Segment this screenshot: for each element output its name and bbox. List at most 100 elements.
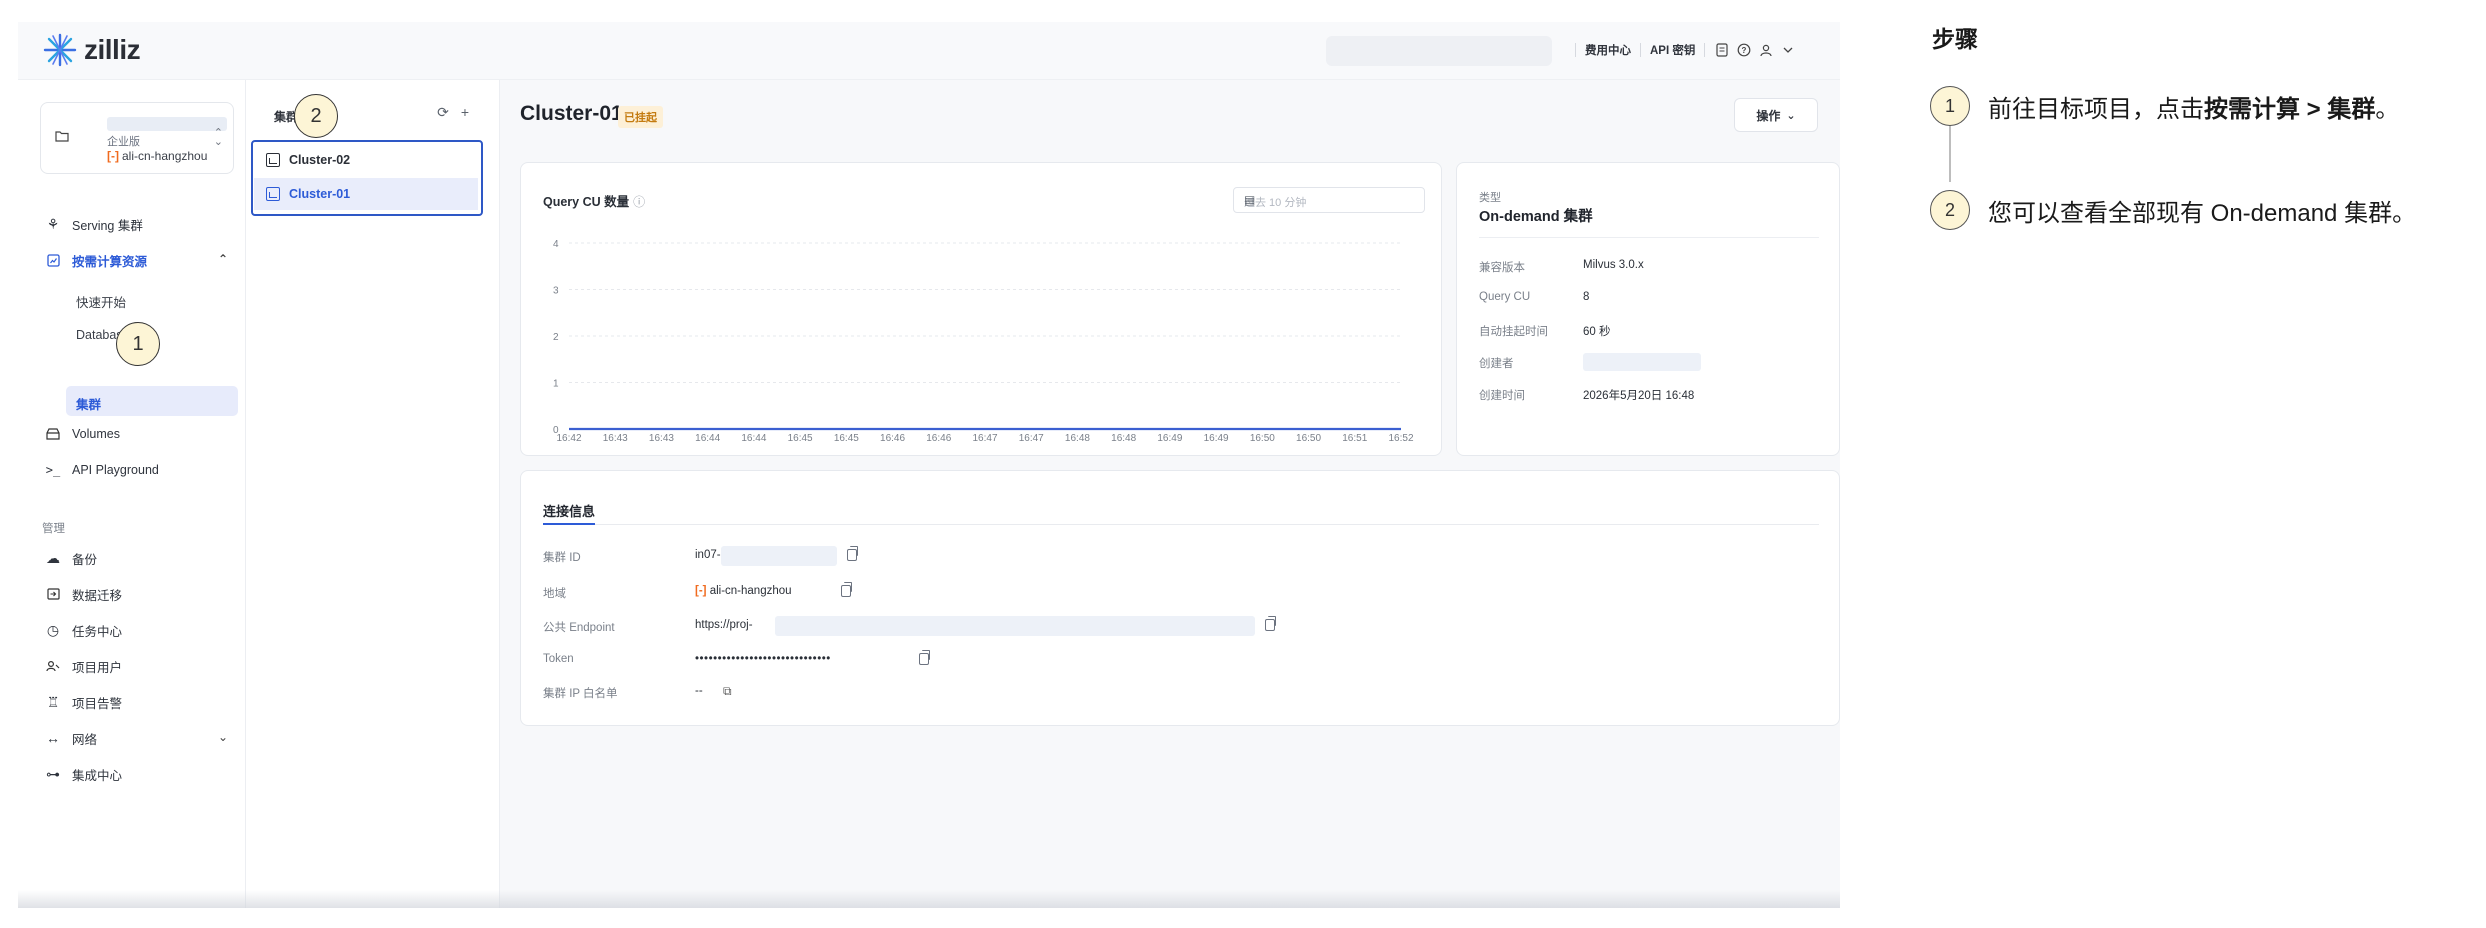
creator-masked — [1583, 353, 1701, 371]
history-icon: ◷ — [46, 621, 60, 638]
chevron-up-icon: ⌃ — [217, 252, 228, 266]
sidebar-item-tasks[interactable]: ◷ 任务中心 — [42, 616, 238, 644]
top-search-box[interactable] — [1326, 36, 1552, 66]
cluster-list-panel: 集群 ⟳+ Cluster-02 Cluster-01 — [246, 80, 500, 908]
sidebar-item-label: 项目告警 — [72, 696, 123, 711]
sidebar-item-project-users[interactable]: 项目用户 — [42, 652, 238, 680]
top-bar: zilliz 费用中心 API 密钥 ? — [18, 22, 1840, 80]
org-region: [-] ali-cn-hangzhou — [107, 149, 207, 163]
type-label: 类型 — [1479, 192, 1501, 204]
docs-icon[interactable] — [1714, 42, 1730, 58]
x-tick-label: 16:50 — [1250, 433, 1275, 444]
user-icon[interactable] — [1758, 42, 1774, 58]
chevron-down-icon: ⌄ — [1786, 109, 1796, 122]
x-tick-label: 16:43 — [603, 433, 628, 444]
sidebar-subitem-cluster[interactable]: 集群 — [76, 394, 101, 413]
x-tick-label: 16:42 — [556, 433, 581, 444]
conn-key: Token — [543, 653, 574, 665]
sidebar-item-network[interactable]: ↔ 网络 ⌄ — [42, 724, 238, 752]
sidebar-subitem-quickstart[interactable]: 快速开始 — [76, 292, 126, 311]
org-region-label: ali-cn-hangzhou — [122, 149, 208, 163]
copy-icon[interactable] — [919, 650, 930, 665]
sidebar-item-label: 备份 — [72, 552, 98, 567]
steps-guide: 步骤 1 前往目标项目，点击按需计算 > 集群。 2 您可以查看全部现有 On-… — [1924, 0, 2486, 928]
info-icon[interactable]: ⓘ — [633, 195, 645, 209]
highlight-box — [251, 140, 483, 216]
conn-row-cluster-id: 集群 ID in07- — [543, 546, 1803, 567]
chart-svg: 0123416:42 16:43 16:43 16:44 16:44 16:45 16:45… — [553, 239, 1414, 444]
type-value: On-demand 集群 — [1479, 209, 1593, 225]
x-tick-label: 16:45 — [788, 433, 813, 444]
sidebar-item-backup[interactable]: ☁ 备份 — [42, 544, 238, 572]
network-icon: ↔ — [46, 730, 60, 746]
x-tick-label: 16:45 — [834, 433, 859, 444]
conn-key: 集群 IP 白名单 — [543, 688, 618, 700]
divider — [543, 524, 1819, 525]
api-key-link[interactable]: API 密钥 — [1650, 42, 1695, 58]
conn-value: -- — [695, 685, 703, 697]
x-tick-label: 16:46 — [880, 433, 905, 444]
sidebar-item-label: API Playground — [72, 463, 159, 477]
top-links: 费用中心 API 密钥 ? — [1566, 42, 1802, 58]
sidebar-item-volumes[interactable]: Volumes — [42, 420, 238, 448]
sidebar-item-label: 项目用户 — [72, 660, 123, 675]
info-key: 兼容版本 — [1479, 262, 1525, 274]
x-tick-label: 16:47 — [972, 433, 997, 444]
logo-text: zilliz — [84, 34, 141, 65]
sidebar-item-label: 集成中心 — [72, 768, 123, 783]
copy-icon[interactable] — [1265, 616, 1276, 631]
tab-connection-info[interactable]: 连接信息 — [543, 501, 595, 520]
masked-value — [721, 546, 837, 566]
copy-icon[interactable] — [841, 582, 852, 597]
sidebar-item-label: Volumes — [72, 427, 120, 441]
info-value: Milvus 3.0.x — [1583, 259, 1644, 271]
chevron-down-icon[interactable] — [1780, 42, 1796, 58]
step-text: 前往目标项目，点击按需计算 > 集群。 — [1988, 89, 2399, 124]
actions-button[interactable]: 操作 ⌄ — [1734, 98, 1818, 132]
help-icon[interactable]: ? — [1736, 42, 1752, 58]
folder-icon — [55, 129, 69, 147]
conn-value: https://proj- — [695, 619, 753, 631]
info-value: 60 秒 — [1583, 326, 1611, 338]
sidebar-item-label: Serving 集群 — [72, 218, 143, 233]
x-tick-label: 16:43 — [649, 433, 674, 444]
y-tick-label: 4 — [553, 239, 559, 250]
billing-link[interactable]: 费用中心 — [1585, 42, 1631, 58]
conn-row-ip-whitelist: 集群 IP 白名单 -- ⧉ — [543, 683, 1803, 703]
conn-row-region: 地域 [-] ali-cn-hangzhou — [543, 582, 1803, 603]
time-range-select[interactable]: 过去 10 分钟 ▤ — [1233, 187, 1425, 213]
copy-icon[interactable] — [847, 546, 858, 561]
x-tick-label: 16:49 — [1157, 433, 1182, 444]
cluster-list-actions: ⟳+ — [437, 104, 481, 121]
svg-text:?: ? — [1742, 46, 1747, 55]
x-tick-label: 16:51 — [1342, 433, 1367, 444]
x-tick-label: 16:44 — [695, 433, 720, 444]
sidebar-item-label: 任务中心 — [72, 624, 123, 639]
sidebar-item-api-playground[interactable]: >_ API Playground — [42, 456, 238, 484]
up-down-icon: ⌃ ⌄ — [213, 127, 223, 148]
page-title: Cluster-01 — [520, 102, 623, 125]
masked-value — [775, 616, 1255, 636]
x-tick-label: 16:47 — [1019, 433, 1044, 444]
chart-title: Query CU 数量 ⓘ — [543, 191, 645, 210]
cloud-backup-icon: ☁ — [46, 549, 60, 566]
external-link-icon[interactable]: ⧉ — [723, 684, 732, 699]
sidebar-item-project-alerts[interactable]: ♖ 项目告警 — [42, 688, 238, 716]
sidebar-item-ondemand[interactable]: 按需计算资源 ⌃ — [42, 246, 238, 274]
org-switcher[interactable]: 企业版 [-] ali-cn-hangzhou ⌃ ⌄ — [40, 102, 234, 174]
sidebar-item-integration[interactable]: ⊶ 集成中心 — [42, 760, 238, 788]
sidebar-item-serving[interactable]: ⚘ Serving 集群 — [42, 210, 238, 238]
sidebar-item-migration[interactable]: 数据迁移 — [42, 580, 238, 608]
y-tick-label: 2 — [553, 332, 559, 343]
y-tick-label: 3 — [553, 286, 559, 297]
x-tick-label: 16:44 — [741, 433, 766, 444]
x-tick-label: 16:49 — [1204, 433, 1229, 444]
main-content: Cluster-01 已挂起 操作 ⌄ Query CU 数量 ⓘ 过去 10 分… — [500, 80, 1840, 908]
add-icon[interactable]: + — [461, 104, 481, 120]
conn-value: in07- — [695, 549, 721, 561]
serving-icon: ⚘ — [46, 215, 60, 232]
refresh-icon[interactable]: ⟳ — [437, 104, 461, 120]
tab-indicator — [543, 523, 595, 525]
logo[interactable]: zilliz — [42, 32, 141, 68]
step-text-bold: 按需计算 > 集群 — [2204, 95, 2376, 123]
